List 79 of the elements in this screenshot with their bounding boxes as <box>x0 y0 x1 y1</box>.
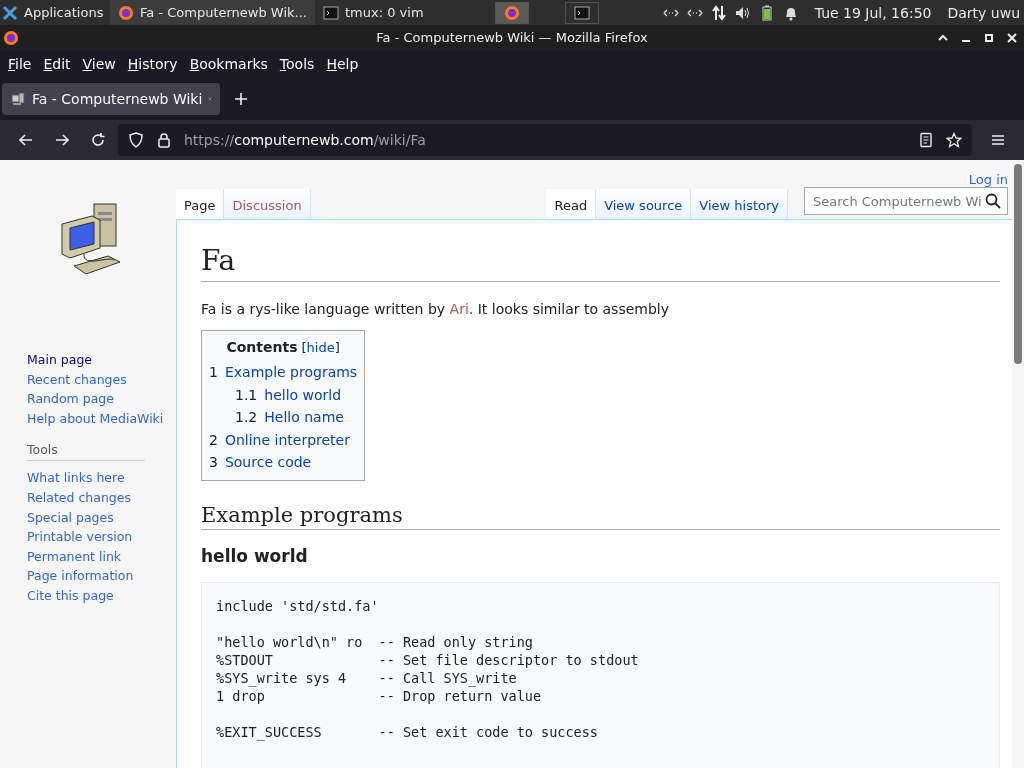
intro-paragraph: Fa is a rys-like language written by Ari. It looks similar to assembly <box>201 300 670 319</box>
browser-tab[interactable]: Fa - Computernewb Wiki <box>2 83 220 115</box>
toc-number: 1 <box>209 363 218 382</box>
reload-icon[interactable] <box>90 132 106 148</box>
reader-view-icon[interactable] <box>918 132 934 148</box>
workspace-button[interactable] <box>565 1 600 24</box>
clock[interactable]: Tue 19 Jul, 16:50 <box>814 4 932 21</box>
firefox-icon <box>3 29 19 46</box>
menu-item[interactable]: History <box>121 56 184 72</box>
address-bar[interactable]: https://computernewb.com/wiki/Fa <box>118 124 972 156</box>
menu-item[interactable]: File <box>2 56 38 72</box>
back-icon[interactable] <box>18 132 34 148</box>
sidebar-link[interactable]: Related changes <box>27 487 176 508</box>
maximize-icon[interactable] <box>983 31 995 44</box>
search-field[interactable]: Search Computernewb Wi <box>804 187 1008 215</box>
toc-link[interactable]: Hello name <box>264 406 344 429</box>
code-block: include 'std/std.fa' "hello world\n" ro -- Read only string %STDOUT -- Set file descriptor to stdout %SYS_write sys 4 -- Call SYS_write 1 drop -- Drop return value %EXIT_SUCCESS -- Set exit code to success <box>201 581 1000 768</box>
sidebar-link[interactable]: Random page <box>27 389 176 409</box>
forward-icon[interactable] <box>54 132 70 148</box>
transfer-arrows-icon[interactable] <box>710 4 727 21</box>
author-link[interactable]: Ari <box>449 301 469 317</box>
sidebar-link[interactable]: Help about MediaWiki <box>27 408 176 429</box>
menu-icon[interactable] <box>990 132 1006 148</box>
url-text: https://computernewb.com/wiki/Fa <box>184 132 426 148</box>
toc-link[interactable]: Online interpreter <box>224 428 350 451</box>
toc-link[interactable]: hello world <box>264 383 342 406</box>
bracket: ] <box>334 340 340 355</box>
page-title: Fa <box>201 244 1000 282</box>
applications-menu-button[interactable]: Applications <box>0 0 110 25</box>
star-icon[interactable] <box>946 132 962 148</box>
section-heading: Example programs <box>201 502 1000 530</box>
computer-icon <box>10 91 26 107</box>
firefox-icon <box>504 4 521 21</box>
taskbar-task[interactable]: tmux: 0 vim <box>314 0 432 25</box>
close-icon[interactable] <box>1006 31 1018 44</box>
toc-link[interactable]: Source code <box>224 451 312 474</box>
menu-item[interactable]: Help <box>320 56 365 72</box>
sidebar-link[interactable]: Cite this page <box>27 585 176 606</box>
sidebar-link[interactable]: Main page <box>27 350 176 370</box>
taskbar-task[interactable]: Fa - Computernewb Wik... <box>110 0 315 25</box>
page-tab[interactable]: Read <box>546 189 597 219</box>
toc-link[interactable]: Example programs <box>224 361 358 384</box>
bracket: [ <box>301 340 307 355</box>
login-link[interactable]: Log in <box>968 172 1008 187</box>
sidebar-link[interactable]: Recent changes <box>27 369 176 390</box>
menu-item[interactable]: Tools <box>273 56 321 72</box>
hide-link[interactable]: hide <box>306 340 335 355</box>
menu-item[interactable]: Bookmarks <box>183 56 274 72</box>
toc-number: 2 <box>209 430 218 450</box>
terminal-icon <box>322 4 339 21</box>
toc-number: 1.2 <box>235 408 258 427</box>
sidebar-link[interactable]: Special pages <box>27 507 176 528</box>
sidebar-link[interactable]: What links here <box>27 468 176 488</box>
user-name[interactable]: Darty uwu <box>947 4 1020 21</box>
sidebar-heading: Tools <box>27 442 145 462</box>
menu-item[interactable]: Edit <box>37 56 77 72</box>
lock-icon[interactable] <box>156 132 172 148</box>
subsection-heading: hello world <box>201 545 309 566</box>
scrollbar-thumb[interactable] <box>1014 164 1022 364</box>
terminal-icon <box>574 4 591 21</box>
page-tab[interactable]: Page <box>176 189 225 219</box>
contents-title: Contents <box>226 339 298 355</box>
search-icon[interactable] <box>985 193 1001 209</box>
page-tab[interactable]: Discussion <box>224 189 311 219</box>
menu-item[interactable]: View <box>76 56 122 72</box>
page-tab[interactable]: View source <box>596 189 692 219</box>
shield-icon[interactable] <box>128 132 144 148</box>
sidebar-link[interactable]: Permanent link <box>27 546 176 567</box>
tab-title: Fa - Computernewb Wiki <box>32 91 203 107</box>
sidebar-link[interactable]: Page information <box>27 566 176 586</box>
window-title: Fa - Computernewb Wiki — Mozilla Firefox <box>376 30 648 45</box>
workspace-button[interactable] <box>495 1 530 24</box>
new-tab-icon[interactable] <box>234 92 248 106</box>
x-logo-icon <box>2 4 18 21</box>
toc-number: 1.1 <box>235 385 258 405</box>
page-tab[interactable]: View history <box>691 189 788 219</box>
sidebar-link[interactable]: Printable version <box>27 527 176 547</box>
toc-number: 3 <box>209 453 218 472</box>
firefox-icon <box>118 4 134 21</box>
